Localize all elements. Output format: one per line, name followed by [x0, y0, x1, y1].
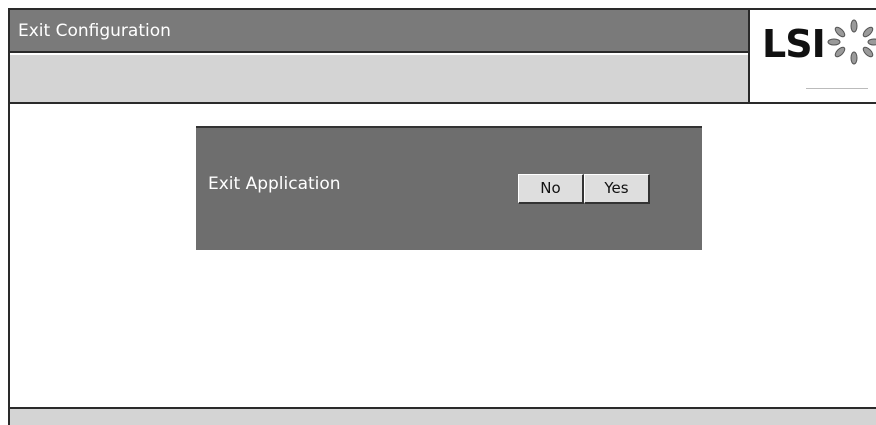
status-bar [10, 407, 876, 425]
logo-text: LSI [762, 22, 826, 66]
no-button[interactable]: No [518, 174, 584, 204]
main-window: Exit Configuration LSI Exit Application … [8, 8, 876, 425]
toolbar-area [10, 55, 748, 104]
window-title: Exit Configuration [10, 10, 748, 53]
exit-dialog: Exit Application No Yes [196, 126, 702, 250]
yes-button[interactable]: Yes [584, 174, 650, 204]
logo-divider [806, 88, 868, 89]
logo: LSI [748, 10, 876, 104]
starburst-logo-icon [827, 19, 876, 65]
exit-application-label: Exit Application [208, 174, 341, 194]
